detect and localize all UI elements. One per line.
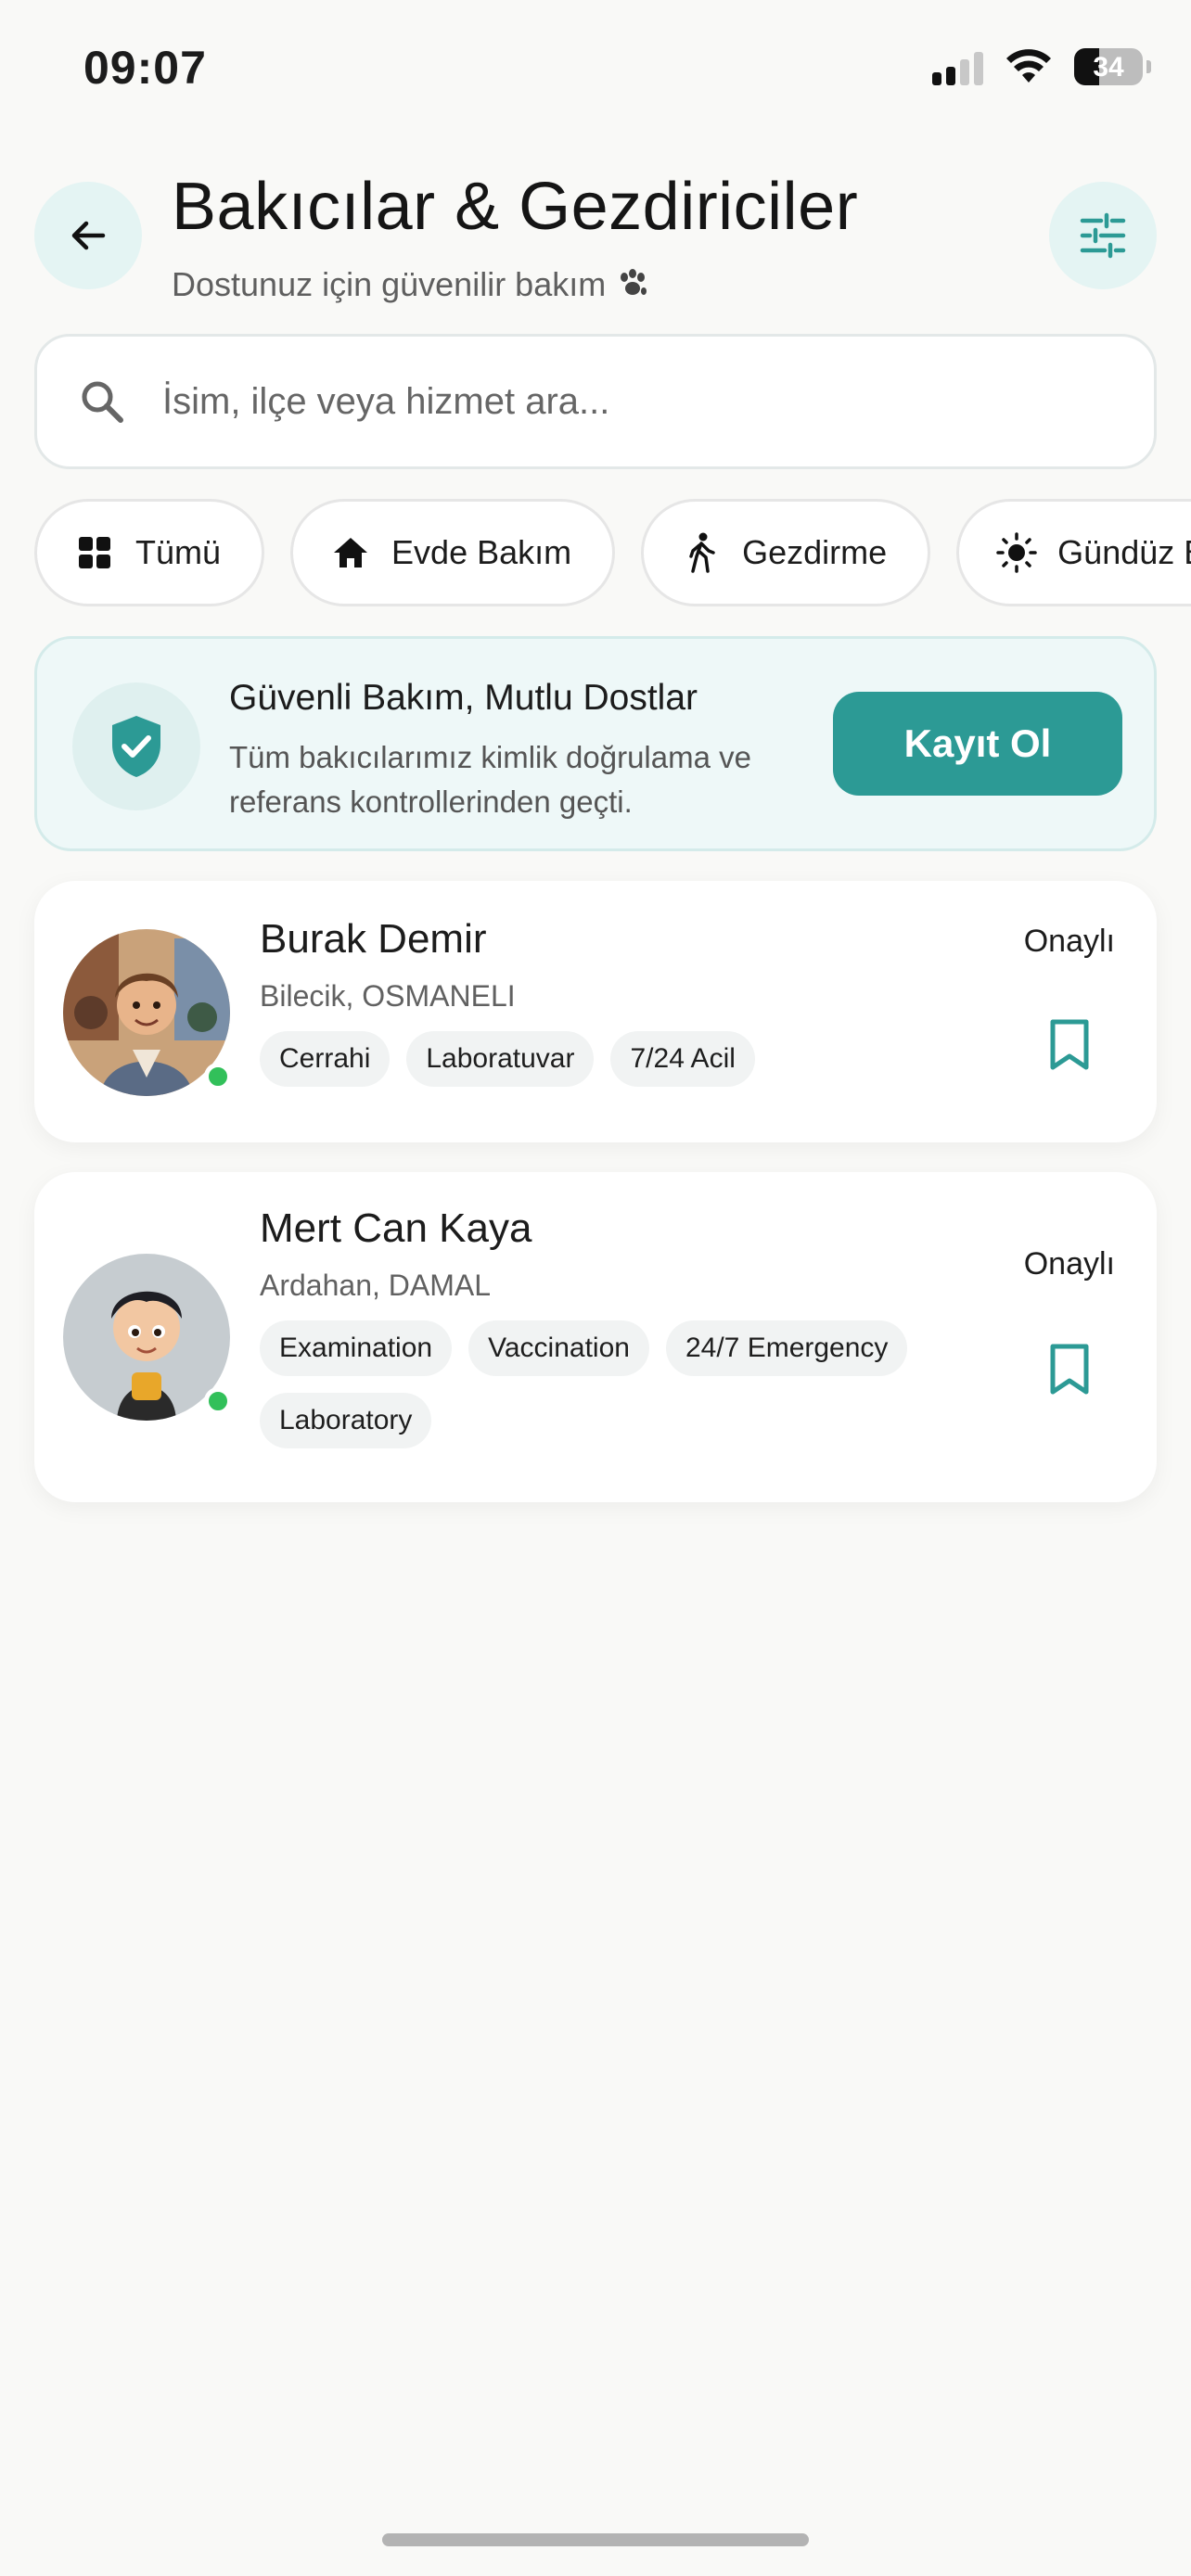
battery-icon: 34 [1074,48,1151,85]
home-indicator[interactable] [382,2533,809,2546]
battery-level: 34 [1093,52,1124,83]
paw-icon [621,269,647,295]
caregiver-name: Burak Demir [260,916,487,962]
avatar [63,929,232,1096]
avatar [63,1254,232,1421]
walking-icon [681,532,722,573]
category-chips: Tümü Evde Bakım Gezdirme Gündüz [34,499,1191,606]
bookmark-icon[interactable] [1042,1013,1097,1078]
search-input[interactable] [162,380,1090,423]
caregiver-name: Mert Can Kaya [260,1205,532,1251]
chip-daycare[interactable]: Gündüz Ba [956,499,1191,606]
caregiver-card[interactable]: Mert Can Kaya Ardahan, DAMAL Examination… [34,1172,1157,1502]
arrow-left-icon [71,221,106,250]
status-icons: 34 [932,48,1151,85]
banner-title: Güvenli Bakım, Mutlu Dostlar [229,678,698,718]
back-button[interactable] [34,182,142,289]
chip-label: Tümü [135,533,222,571]
service-tags: Examination Vaccination 24/7 Emergency L… [260,1320,937,1448]
service-tag: Laboratory [260,1393,432,1448]
chip-label: Evde Bakım [391,533,572,571]
sliders-icon [1080,212,1126,259]
service-tag: Laboratuvar [406,1031,595,1087]
service-tag: Examination [260,1320,453,1376]
chip-label: Gezdirme [742,533,888,571]
service-tag: 24/7 Emergency [665,1320,908,1376]
online-indicator [204,1063,232,1090]
page-subtitle: Dostunuz için güvenilir bakım [172,265,652,304]
caregiver-location: Ardahan, DAMAL [260,1269,492,1302]
caregivers-screen: 09:07 34 Bakıcılar & Gezdiriciler Dostun… [0,0,1191,2576]
service-tag: 7/24 Acil [610,1031,755,1087]
search-icon [74,374,130,429]
chip-home-care[interactable]: Evde Bakım [290,499,616,606]
subtitle-text: Dostunuz için güvenilir bakım [172,265,607,303]
verified-status: Onaylı [1023,924,1115,959]
bookmark-icon[interactable] [1042,1337,1097,1402]
chip-all[interactable]: Tümü [34,499,265,606]
service-tag: Cerrahi [260,1031,391,1087]
search-bar[interactable] [34,334,1157,469]
cellular-signal-icon [932,48,983,85]
safety-banner: Güvenli Bakım, Mutlu Dostlar Tüm bakıcıl… [34,636,1157,851]
service-tags: Cerrahi Laboratuvar 7/24 Acil [260,1031,937,1087]
sun-icon [996,532,1037,573]
wifi-icon [1006,49,1051,83]
status-time: 09:07 [83,42,207,94]
register-button[interactable]: Kayıt Ol [833,692,1122,796]
chip-walking[interactable]: Gezdirme [641,499,931,606]
page-title: Bakıcılar & Gezdiriciler [172,170,859,244]
grid-icon [74,532,115,573]
status-bar: 09:07 34 [0,0,1191,139]
chip-label: Gündüz Ba [1057,533,1191,571]
home-icon [330,532,371,573]
caregiver-card[interactable]: Burak Demir Bilecik, OSMANELI Cerrahi La… [34,881,1157,1142]
filter-button[interactable] [1049,182,1157,289]
shield-check-icon [72,682,200,810]
verified-status: Onaylı [1023,1246,1115,1282]
online-indicator [204,1387,232,1415]
banner-text: Tüm bakıcılarımız kimlik doğrulama ve re… [229,740,751,819]
service-tag: Vaccination [468,1320,649,1376]
caregiver-location: Bilecik, OSMANELI [260,979,516,1013]
